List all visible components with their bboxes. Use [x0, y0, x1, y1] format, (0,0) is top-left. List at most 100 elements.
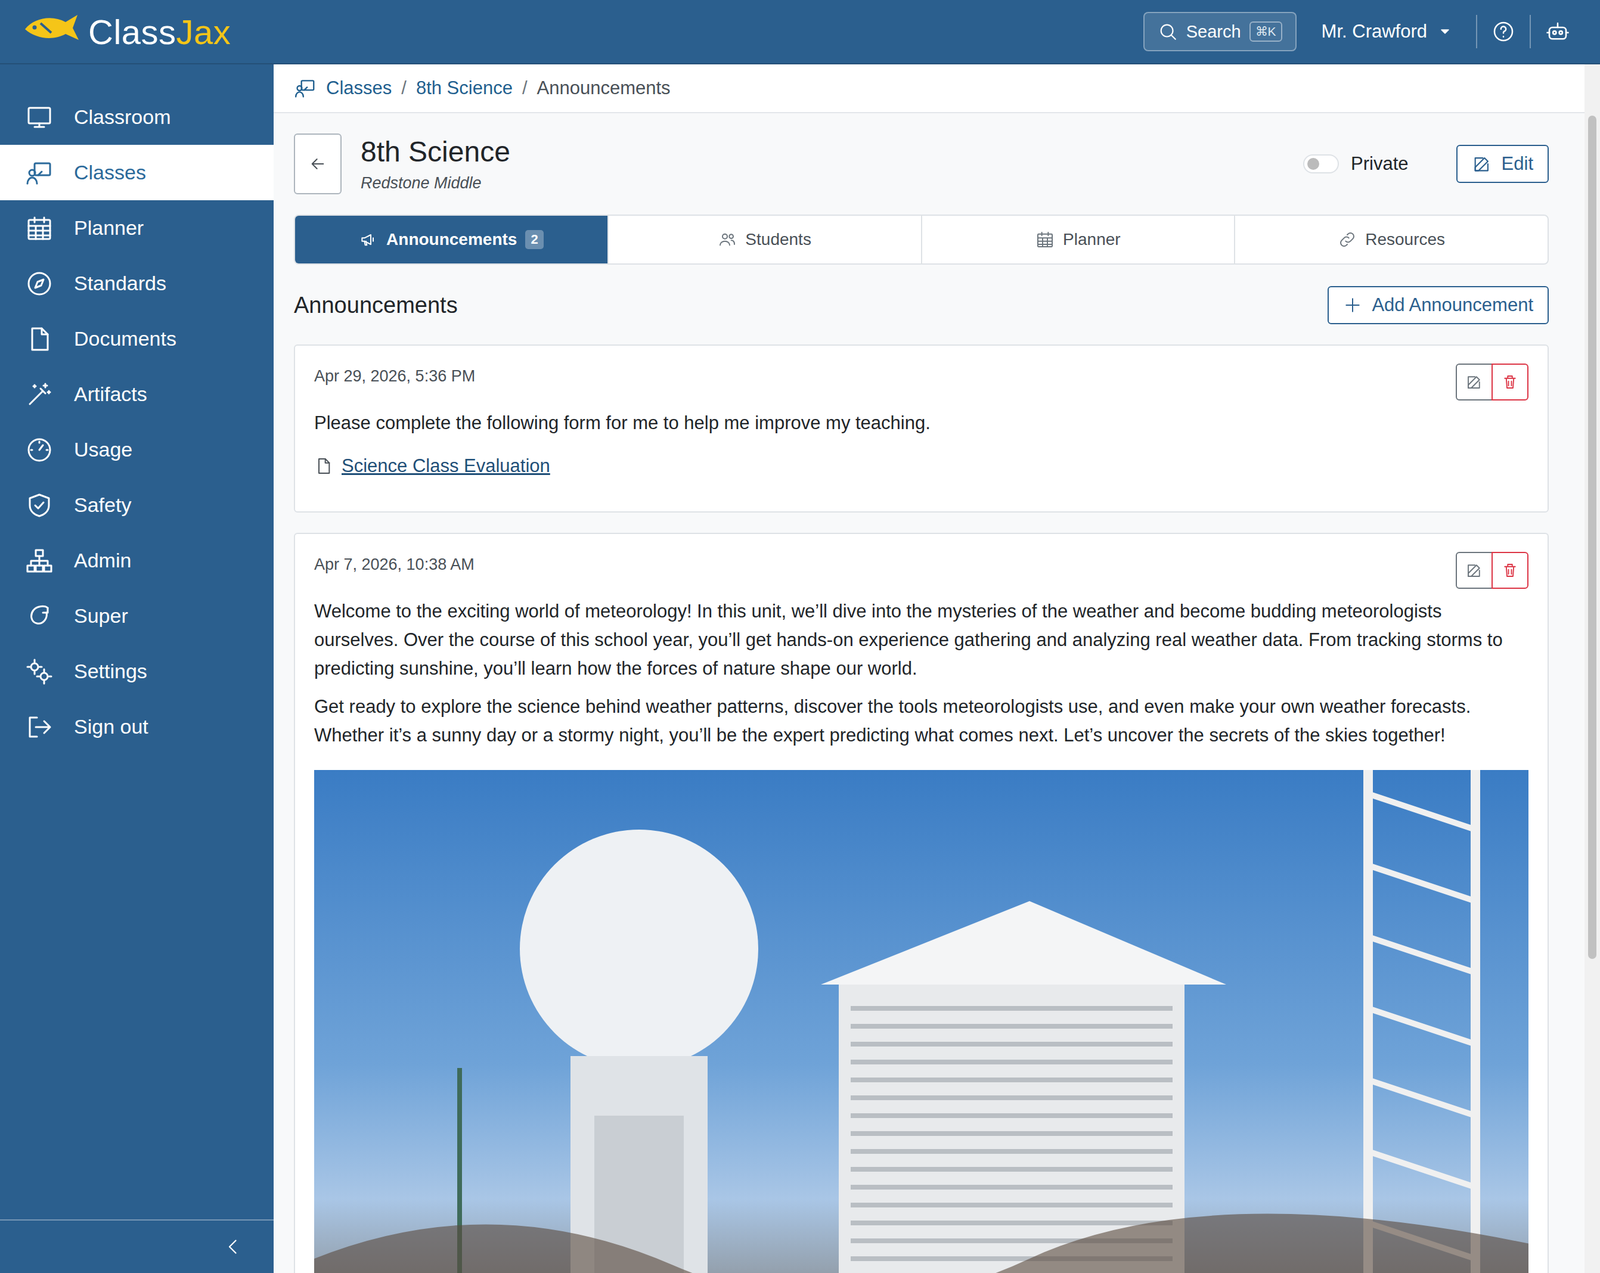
sidebar-label: Settings	[73, 659, 148, 684]
help-button[interactable]	[1477, 19, 1530, 44]
announcement-text: Welcome to the exciting world of meteoro…	[314, 597, 1529, 684]
back-button[interactable]	[293, 133, 342, 195]
pencil-icon	[1471, 153, 1493, 175]
top-bar: ClassJax Search ⌘K Mr. Crawford	[0, 0, 1600, 65]
tab-bar: Announcements2 Students Planner Resources	[293, 214, 1549, 265]
sidebar-item[interactable]: Planner	[0, 200, 274, 256]
breadcrumb-item[interactable]: 8th Science	[416, 77, 513, 99]
breadcrumb-separator: /	[401, 77, 407, 99]
sidebar-item[interactable]: Sign out	[0, 699, 274, 755]
card-header: Apr 29, 2026, 5:36 PM	[314, 363, 1529, 401]
tab-label: Students	[745, 230, 812, 250]
edit-button[interactable]	[1455, 552, 1493, 589]
attachment-link[interactable]: Science Class Evaluation	[341, 455, 551, 477]
card-header: Apr 7, 2026, 10:38 AM	[314, 552, 1529, 589]
calendar-icon	[1035, 230, 1055, 250]
tab[interactable]: Resources	[1233, 215, 1548, 264]
logo-text: ClassJax	[88, 11, 231, 52]
user-menu[interactable]: Mr. Crawford	[1296, 20, 1477, 43]
trash-icon	[1501, 373, 1519, 392]
hierarchy-icon	[25, 546, 54, 576]
sidebar-item[interactable]: Usage	[0, 422, 274, 478]
classes-icon	[293, 76, 317, 100]
sidebar-item[interactable]: Artifacts	[0, 366, 274, 423]
class-title-block: 8th ScienceRedstone Middle	[360, 135, 511, 193]
classes-icon	[25, 158, 54, 188]
weather-station-photo	[314, 770, 1529, 1273]
private-toggle[interactable]: Private	[1303, 153, 1409, 175]
page-body: 8th ScienceRedstone Middle Private Edit Ann…	[273, 113, 1585, 1273]
content: Classes/8th Science/Announcements8th Sci…	[273, 64, 1585, 1273]
sidebar-item[interactable]: Super	[0, 588, 274, 644]
divider	[1476, 14, 1478, 49]
sidebar-label: Planner	[73, 216, 144, 240]
sidebar-item[interactable]: Admin	[0, 532, 274, 589]
collapse-button[interactable]	[0, 1219, 274, 1273]
robot-icon	[1545, 19, 1571, 45]
sidebar-label: Artifacts	[73, 382, 148, 406]
tab-label: Resources	[1365, 230, 1446, 250]
tab[interactable]: Announcements2	[295, 215, 608, 264]
sidebar-label: Classes	[73, 160, 147, 185]
tab-label: Planner	[1062, 230, 1121, 250]
main: Classes/8th Science/Announcements8th Sci…	[273, 64, 1600, 1273]
breadcrumb-item[interactable]: Classes	[326, 77, 392, 99]
sidebar-label: Admin	[73, 549, 132, 573]
body: Classroom Classes Planner Standards Document…	[0, 64, 1600, 1273]
announcement-text: Please complete the following form for m…	[314, 408, 1529, 438]
private-label: Private	[1350, 153, 1409, 175]
chevron-left-icon	[222, 1236, 244, 1258]
announcement-text: Get ready to explore the science behind …	[314, 692, 1529, 750]
class-header: 8th ScienceRedstone Middle Private Edit	[293, 133, 1549, 195]
compass-icon	[25, 269, 54, 299]
edit-button[interactable]: Edit	[1456, 144, 1549, 184]
sidebar-item[interactable]: Settings	[0, 643, 274, 700]
search-label: Search	[1186, 22, 1242, 42]
megaphone-icon	[358, 230, 378, 250]
announcement-date: Apr 29, 2026, 5:36 PM	[314, 363, 476, 386]
edit-button[interactable]	[1455, 363, 1493, 401]
breadcrumb-separator: /	[522, 77, 528, 99]
sidebar-item[interactable]: Standards	[0, 255, 274, 312]
sidebar-label: Documents	[73, 327, 177, 351]
sign-out-icon	[25, 712, 54, 742]
caret-down-icon	[1437, 24, 1453, 39]
divider	[1529, 14, 1531, 49]
user-name: Mr. Crawford	[1321, 20, 1428, 43]
section-title: Announcements	[293, 292, 458, 319]
scrollbar[interactable]	[1584, 64, 1600, 1273]
count-badge: 2	[525, 230, 544, 250]
scrollbar-thumb[interactable]	[1588, 115, 1597, 960]
search-button[interactable]: Search ⌘K	[1143, 11, 1297, 52]
sidebar-item[interactable]: Classroom	[0, 89, 274, 145]
assistant-button[interactable]	[1530, 19, 1585, 45]
logo[interactable]: ClassJax	[22, 11, 231, 53]
logo-second: Jax	[176, 12, 232, 52]
tab[interactable]: Students	[607, 215, 922, 264]
pencil-icon	[1465, 373, 1484, 392]
delete-button[interactable]	[1491, 363, 1529, 401]
announcement-date: Apr 7, 2026, 10:38 AM	[314, 552, 475, 575]
document-icon	[314, 456, 334, 476]
sidebar-item[interactable]: Classes	[0, 144, 274, 201]
sidebar-item[interactable]: Documents	[0, 311, 274, 367]
card-actions	[1455, 363, 1529, 401]
gauge-icon	[25, 435, 54, 465]
logo-first: Class	[88, 12, 177, 52]
section-header: Announcements Add Announcement	[293, 286, 1549, 325]
toggle-knob	[1307, 157, 1320, 170]
search-icon	[1157, 21, 1178, 42]
class-title: 8th Science	[360, 135, 511, 169]
sidebar-label: Usage	[73, 438, 133, 462]
users-icon	[717, 230, 737, 250]
arrow-left-icon	[308, 154, 328, 174]
add-label: Add Announcement	[1371, 294, 1534, 316]
delete-button[interactable]	[1491, 552, 1529, 589]
toggle-switch[interactable]	[1303, 154, 1339, 174]
sidebar: Classroom Classes Planner Standards Document…	[0, 64, 274, 1273]
shortcut-key: ⌘K	[1249, 21, 1283, 42]
tab[interactable]: Planner	[921, 215, 1235, 264]
sidebar-item[interactable]: Safety	[0, 477, 274, 533]
add-announcement-button[interactable]: Add Announcement	[1327, 286, 1549, 325]
sidebar-label: Safety	[73, 493, 132, 517]
